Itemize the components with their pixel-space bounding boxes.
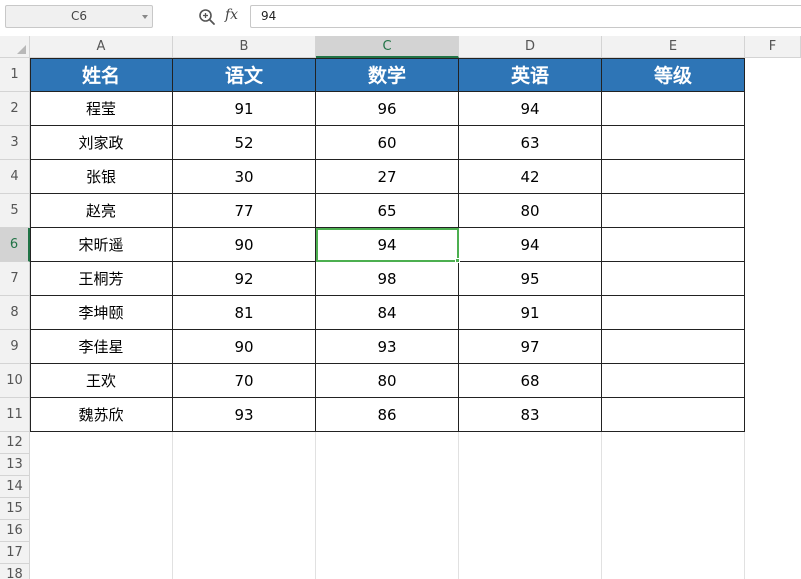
table-cell[interactable]: 程莹 [30, 92, 173, 126]
column-header-c[interactable]: C [316, 36, 459, 58]
name-box-value: C6 [70, 9, 87, 23]
table-cell[interactable]: 90 [173, 330, 316, 364]
row-header-6[interactable]: 6 [0, 228, 30, 262]
table-cell[interactable]: 80 [459, 194, 602, 228]
table-cell[interactable]: 83 [459, 398, 602, 432]
table-cell[interactable]: 84 [316, 296, 459, 330]
table-cell[interactable]: 91 [459, 296, 602, 330]
table-cell[interactable]: 王桐芳 [30, 262, 173, 296]
table-cell[interactable] [602, 194, 745, 228]
row-header-4[interactable]: 4 [0, 160, 30, 194]
formula-input[interactable]: 94 [250, 5, 801, 28]
table-cell[interactable]: 93 [173, 398, 316, 432]
zoom-icon[interactable] [198, 8, 216, 26]
table-border-left [30, 58, 31, 432]
column-header-f[interactable]: F [745, 36, 801, 58]
row-header-2[interactable]: 2 [0, 92, 30, 126]
table-cell[interactable]: 42 [459, 160, 602, 194]
table-cell[interactable]: 魏苏欣 [30, 398, 173, 432]
table-cell[interactable]: 86 [316, 398, 459, 432]
table-cell[interactable]: 94 [459, 92, 602, 126]
table-cell[interactable]: 60 [316, 126, 459, 160]
table-cell[interactable] [602, 92, 745, 126]
table-cell[interactable]: 96 [316, 92, 459, 126]
table-cell[interactable]: 80 [316, 364, 459, 398]
table-cell[interactable]: 63 [459, 126, 602, 160]
table-cell[interactable]: 李佳星 [30, 330, 173, 364]
column-header-e[interactable]: E [602, 36, 745, 58]
row-header-5[interactable]: 5 [0, 194, 30, 228]
table-cell[interactable] [602, 160, 745, 194]
table-cell[interactable]: 赵亮 [30, 194, 173, 228]
table-header-cell[interactable]: 数学 [316, 58, 459, 92]
table-cell[interactable]: 宋昕遥 [30, 228, 173, 262]
spreadsheet-grid[interactable]: A B C D E F 1 2 3 4 5 6 7 8 9 10 11 12 13 14 15 16 17 18 姓名 语文 数学英… [0, 36, 801, 579]
table-cell[interactable]: 98 [316, 262, 459, 296]
table-cell[interactable] [602, 228, 745, 262]
table-cell[interactable]: 68 [459, 364, 602, 398]
row-header-8[interactable]: 8 [0, 296, 30, 330]
table-cell[interactable] [602, 262, 745, 296]
gridline [458, 432, 459, 579]
column-header-b[interactable]: B [173, 36, 316, 58]
table-cell[interactable]: 92 [173, 262, 316, 296]
row-header-14[interactable]: 14 [0, 476, 30, 498]
row-header-15[interactable]: 15 [0, 498, 30, 520]
chevron-down-icon[interactable] [142, 15, 148, 19]
table-cell[interactable]: 27 [316, 160, 459, 194]
table-cell[interactable]: 94 [459, 228, 602, 262]
gridline [744, 432, 745, 579]
table-cell[interactable]: 95 [459, 262, 602, 296]
table-cell[interactable]: 97 [459, 330, 602, 364]
fill-handle[interactable] [455, 258, 460, 263]
table-cell[interactable]: 77 [173, 194, 316, 228]
column-header-d[interactable]: D [459, 36, 602, 58]
gridline [601, 432, 602, 579]
table-header-cell[interactable]: 等级 [602, 58, 745, 92]
table-cell[interactable]: 70 [173, 364, 316, 398]
fx-icon[interactable]: fx [225, 7, 238, 23]
table-cell[interactable]: 李坤颐 [30, 296, 173, 330]
table-border-top [30, 58, 745, 59]
row-header-3[interactable]: 3 [0, 126, 30, 160]
select-all-icon [17, 45, 26, 54]
table-cell[interactable] [602, 330, 745, 364]
gridline [172, 432, 173, 579]
table-cell[interactable]: 52 [173, 126, 316, 160]
gridline [315, 432, 316, 579]
formula-bar: C6 fx 94 [0, 0, 801, 36]
column-header-a[interactable]: A [30, 36, 173, 58]
table-cell[interactable] [602, 398, 745, 432]
row-header-11[interactable]: 11 [0, 398, 30, 432]
row-header-18[interactable]: 18 [0, 564, 30, 579]
name-box[interactable]: C6 [5, 5, 153, 28]
table-cell[interactable]: 65 [316, 194, 459, 228]
row-header-16[interactable]: 16 [0, 520, 30, 542]
select-all-corner[interactable] [0, 36, 30, 58]
row-header-13[interactable]: 13 [0, 454, 30, 476]
row-header-17[interactable]: 17 [0, 542, 30, 564]
table-cell[interactable] [602, 364, 745, 398]
table-cell[interactable]: 81 [173, 296, 316, 330]
table-cell[interactable]: 93 [316, 330, 459, 364]
table-cell[interactable]: 30 [173, 160, 316, 194]
table-header-cell[interactable]: 语文 [173, 58, 316, 92]
active-cell[interactable]: 94 [316, 228, 459, 262]
table-cell[interactable]: 张银 [30, 160, 173, 194]
table-header-cell[interactable]: 姓名 [30, 58, 173, 92]
row-header-9[interactable]: 9 [0, 330, 30, 364]
table-header-cell[interactable]: 英语 [459, 58, 602, 92]
table-cell[interactable] [602, 126, 745, 160]
table-cell[interactable]: 91 [173, 92, 316, 126]
table-cell[interactable]: 王欢 [30, 364, 173, 398]
row-header-10[interactable]: 10 [0, 364, 30, 398]
table-cell[interactable]: 90 [173, 228, 316, 262]
table-cell[interactable]: 刘家政 [30, 126, 173, 160]
table-cell[interactable] [602, 296, 745, 330]
row-header-1[interactable]: 1 [0, 58, 30, 92]
row-header-7[interactable]: 7 [0, 262, 30, 296]
row-header-12[interactable]: 12 [0, 432, 30, 454]
